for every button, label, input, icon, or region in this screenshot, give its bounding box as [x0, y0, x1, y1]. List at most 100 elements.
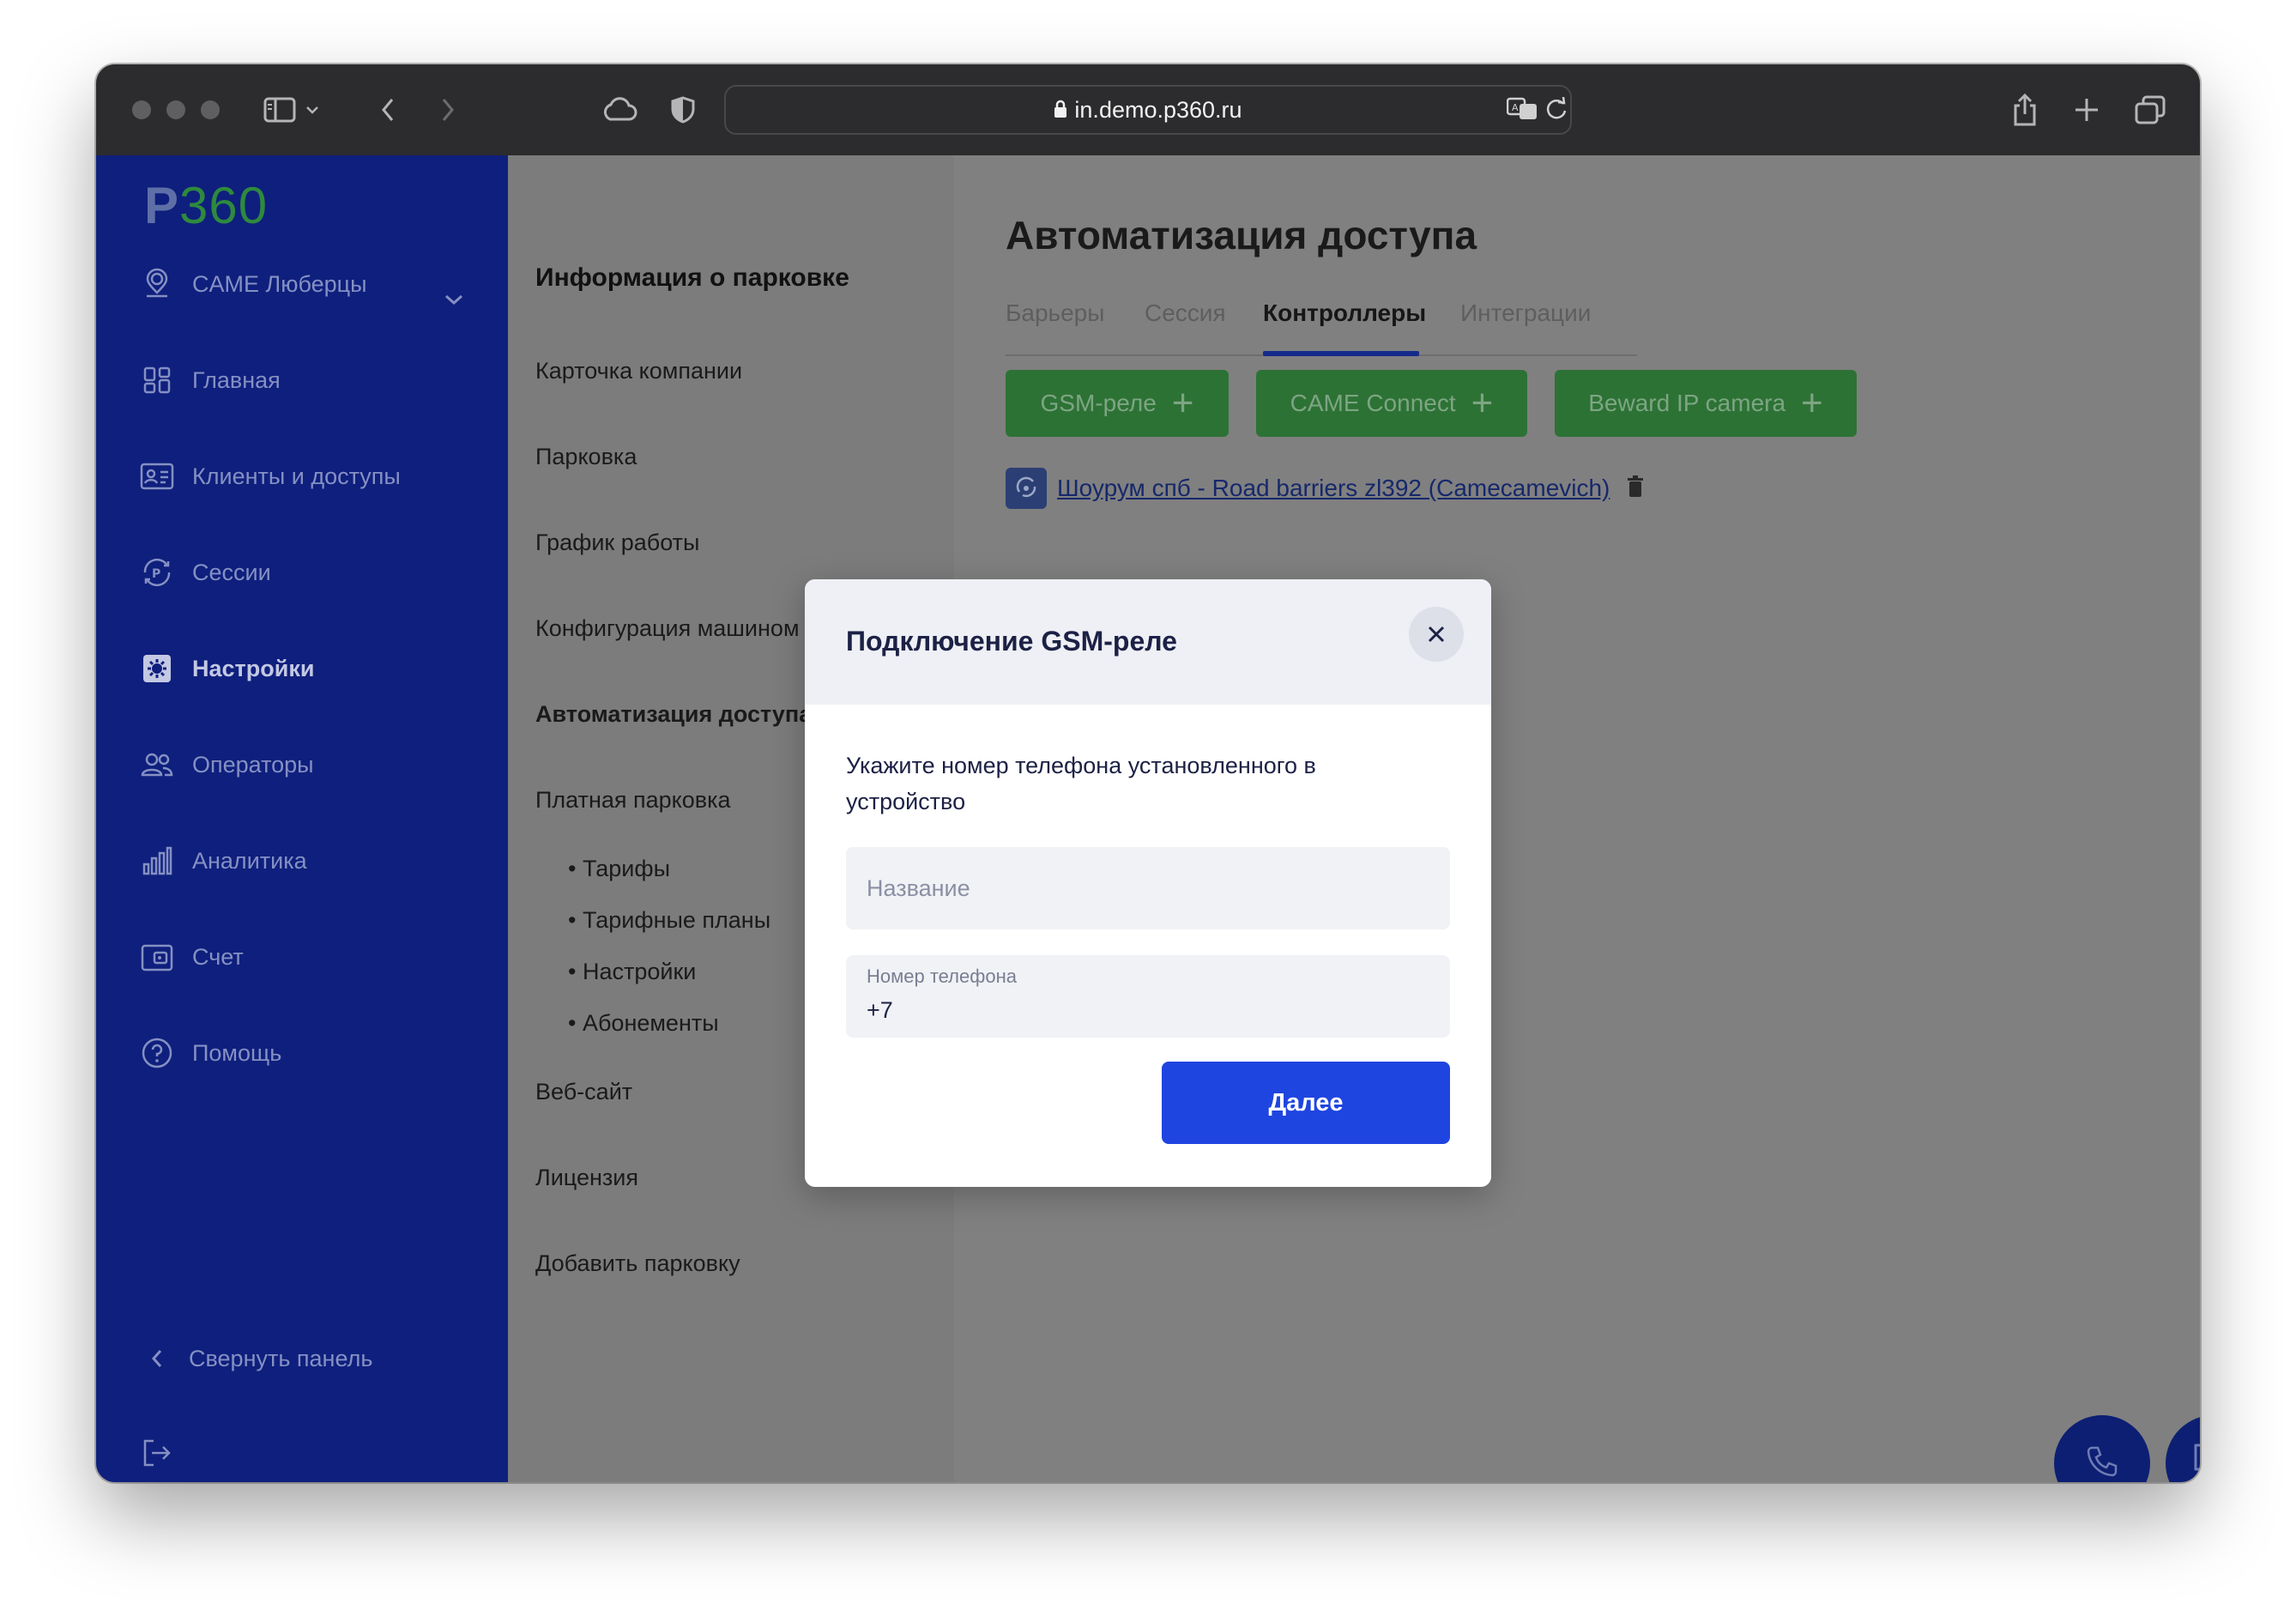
close-window-button[interactable]: [132, 100, 151, 119]
settings-item-company-card[interactable]: Карточка компании: [535, 358, 742, 384]
browser-toolbar: in.demo.p360.ru A: [96, 64, 2200, 157]
active-tab-indicator: [1263, 351, 1419, 356]
add-came-connect-button[interactable]: CAME Connect +: [1256, 370, 1527, 437]
settings-subitem-settings[interactable]: • Настройки: [568, 959, 696, 985]
tab-overview-icon[interactable]: [2133, 90, 2167, 130]
privacy-shield-icon[interactable]: [668, 90, 698, 130]
url-text: in.demo.p360.ru: [1074, 97, 1242, 123]
sidebar-item-label: Настройки: [192, 655, 315, 681]
id-card-icon: [139, 458, 175, 494]
svg-text:P: P: [152, 567, 160, 581]
sidebar-item-sessions[interactable]: P Сессии: [139, 547, 271, 598]
location-selector[interactable]: CAME Люберцы: [139, 258, 367, 310]
sidebar-item-label: Операторы: [192, 751, 314, 778]
controller-icon: [1006, 468, 1047, 509]
back-icon[interactable]: [372, 90, 403, 130]
map-pin-icon: [139, 266, 175, 302]
settings-subitem-tariff-plans[interactable]: • Тарифные планы: [568, 907, 770, 934]
settings-item-access-automation[interactable]: Автоматизация доступа: [535, 701, 812, 728]
logo[interactable]: P360: [144, 176, 268, 235]
add-beward-camera-button[interactable]: Beward IP camera +: [1555, 370, 1857, 437]
share-icon[interactable]: [2008, 90, 2042, 130]
next-button[interactable]: Далее: [1162, 1062, 1450, 1144]
settings-item-website[interactable]: Веб-сайт: [535, 1079, 632, 1105]
call-button[interactable]: [2054, 1415, 2150, 1482]
settings-item-add-parking[interactable]: Добавить парковку: [535, 1250, 740, 1277]
phone-field[interactable]: Номер телефона: [846, 955, 1450, 1038]
settings-item-paid-parking[interactable]: Платная парковка: [535, 787, 731, 814]
parking-session-icon: P: [139, 554, 175, 590]
gsm-relay-dialog: Подключение GSM-реле Укажите номер телеф…: [805, 579, 1491, 1187]
sidebar-item-operators[interactable]: Операторы: [139, 739, 314, 790]
page-title: Автоматизация доступа: [1006, 213, 1477, 257]
cloud-icon[interactable]: [597, 90, 640, 130]
wallet-icon: [139, 939, 175, 975]
chevron-left-icon: [144, 1341, 170, 1377]
trash-icon[interactable]: [1627, 475, 1644, 501]
sidebar-item-label: Главная: [192, 366, 281, 393]
settings-subitem-tariffs[interactable]: • Тарифы: [568, 856, 670, 882]
help-icon: [139, 1035, 175, 1071]
device-link[interactable]: Шоурум спб - Road barriers zl392 (Cameca…: [1057, 475, 1610, 502]
sidebar-item-analytics[interactable]: Аналитика: [139, 835, 307, 887]
sidebar-item-label: Счет: [192, 943, 244, 970]
sidebar-item-label: Клиенты и доступы: [192, 463, 401, 489]
add-gsm-relay-button[interactable]: GSM-реле +: [1006, 370, 1229, 437]
name-field[interactable]: [846, 847, 1450, 929]
sidebar-toggle-icon[interactable]: [261, 90, 299, 130]
settings-icon: [139, 651, 175, 687]
forward-icon[interactable]: [432, 90, 463, 130]
minimize-window-button[interactable]: [166, 100, 185, 119]
plus-icon: +: [1801, 382, 1823, 424]
dashboard-icon: [139, 362, 175, 398]
chevron-down-icon[interactable]: [302, 90, 323, 130]
device-row: Шоурум спб - Road barriers zl392 (Cameca…: [1006, 468, 1644, 509]
sidebar-item-label: Помощь: [192, 1039, 282, 1066]
close-dialog-button[interactable]: [1409, 607, 1464, 662]
app-root: P360 CAME Люберцы Главная Клиенты и дост…: [96, 155, 2200, 1482]
settings-subitem-subscriptions[interactable]: • Абонементы: [568, 1010, 719, 1037]
settings-menu-heading: Информация о парковке: [535, 263, 849, 292]
settings-item-parking[interactable]: Парковка: [535, 444, 637, 470]
tab-session[interactable]: Сессия: [1145, 300, 1226, 327]
chat-icon: [2190, 1440, 2200, 1482]
dialog-description: Укажите номер телефона установленного в …: [846, 753, 1316, 814]
collapse-panel-button[interactable]: Свернуть панель: [144, 1333, 372, 1384]
dialog-title: Подключение GSM-реле: [846, 626, 1177, 657]
tab-barriers[interactable]: Барьеры: [1006, 300, 1104, 327]
bar-chart-icon: [139, 843, 175, 879]
plus-icon: +: [1171, 382, 1194, 424]
logout-button[interactable]: [139, 1427, 192, 1479]
sidebar-item-label: Аналитика: [192, 847, 307, 874]
phone-label: Номер телефона: [867, 965, 1017, 987]
plus-icon: +: [1471, 382, 1494, 424]
sidebar-item-bill[interactable]: Счет: [139, 931, 244, 983]
close-icon: [1428, 626, 1445, 643]
tab-controllers[interactable]: Контроллеры: [1263, 300, 1426, 327]
translate-icon[interactable]: A: [1506, 97, 1538, 124]
lock-icon: [1054, 100, 1067, 118]
name-input[interactable]: [846, 847, 1450, 929]
reload-icon[interactable]: [1544, 96, 1568, 124]
tab-integrations[interactable]: Интеграции: [1460, 300, 1591, 327]
sidebar-item-main[interactable]: Главная: [139, 354, 281, 406]
sidebar-item-help[interactable]: Помощь: [139, 1027, 281, 1079]
sidebar: P360 CAME Люберцы Главная Клиенты и дост…: [96, 155, 508, 1482]
location-label: CAME Люберцы: [192, 270, 367, 297]
chevron-down-icon[interactable]: [444, 293, 464, 309]
users-icon: [139, 747, 175, 783]
settings-item-config[interactable]: Конфигурация машином: [535, 615, 800, 642]
phone-input[interactable]: [846, 991, 1450, 1029]
settings-item-license[interactable]: Лицензия: [535, 1165, 638, 1191]
zoom-window-button[interactable]: [201, 100, 220, 119]
address-bar[interactable]: in.demo.p360.ru A: [724, 85, 1572, 135]
chat-button[interactable]: [2166, 1415, 2200, 1482]
phone-icon: [2083, 1443, 2121, 1482]
collapse-panel-label: Свернуть панель: [189, 1345, 373, 1371]
sidebar-item-clients[interactable]: Клиенты и доступы: [139, 451, 401, 502]
logout-icon: [139, 1435, 175, 1471]
sidebar-item-settings[interactable]: Настройки: [139, 643, 314, 694]
dialog-header: Подключение GSM-реле: [805, 579, 1491, 705]
new-tab-icon[interactable]: [2069, 90, 2104, 130]
settings-item-schedule[interactable]: График работы: [535, 530, 699, 556]
